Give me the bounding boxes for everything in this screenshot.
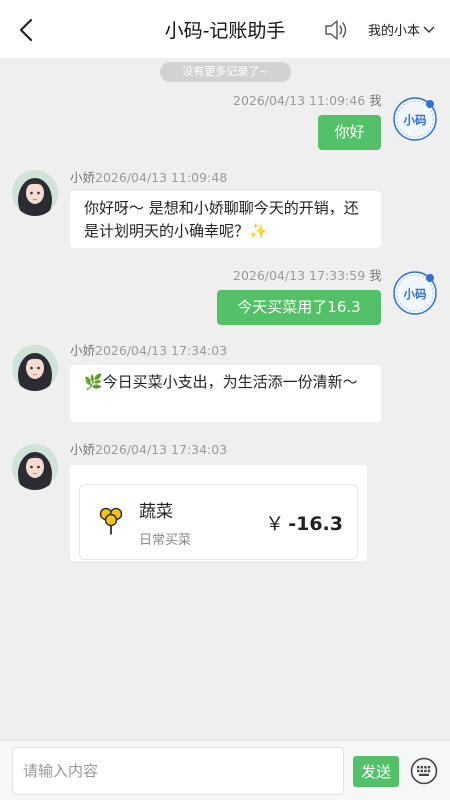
send-button[interactable]: 发送 xyxy=(353,756,399,787)
girl-avatar-icon xyxy=(12,345,58,391)
message-time: 2026/04/13 17:34:03 xyxy=(95,343,228,358)
message-input[interactable] xyxy=(12,747,344,795)
expense-category: 蔬菜 xyxy=(139,502,173,522)
robot-avatar-icon: 小码 xyxy=(393,97,437,141)
assistant-avatar[interactable] xyxy=(12,170,58,216)
message-meta: 2026/04/13 17:33:59 我 xyxy=(233,265,382,284)
user-message-bubble[interactable]: 今天买菜用了16.3 xyxy=(217,290,381,325)
expense-amount: ￥ -16.3 xyxy=(265,509,343,536)
message-time: 2026/04/13 11:09:48 xyxy=(95,170,228,185)
message-meta: 2026/04/13 11:09:46 我 xyxy=(233,90,382,109)
message-time: 2026/04/13 11:09:46 xyxy=(233,93,366,108)
currency-symbol: ￥ xyxy=(265,513,285,535)
svg-text:小码: 小码 xyxy=(403,287,427,301)
message-meta: 小娇2026/04/13 17:34:03 xyxy=(70,340,227,359)
chat-area[interactable]: 没有更多记录了~ 2026/04/13 11:09:46 我 你好 小码 小娇2… xyxy=(0,58,450,740)
back-arrow-icon[interactable] xyxy=(14,17,40,43)
message-time: 2026/04/13 17:34:03 xyxy=(95,442,228,457)
girl-avatar-icon xyxy=(12,444,58,490)
user-message-bubble[interactable]: 你好 xyxy=(318,115,381,150)
input-bar: 发送 xyxy=(0,740,450,800)
amount-value: -16.3 xyxy=(288,513,343,535)
vegetable-icon xyxy=(99,507,123,535)
assistant-message-bubble[interactable]: 你好呀～ 是想和小娇聊聊今天的开销，还是计划明天的小确幸呢？✨ xyxy=(70,191,381,248)
book-selector-label: 我的小本 xyxy=(368,24,421,39)
expense-card-bubble: 蔬菜 日常买菜 ￥ -16.3 xyxy=(70,465,367,561)
keyboard-icon[interactable] xyxy=(410,757,438,785)
book-selector[interactable]: 我的小本 xyxy=(368,20,435,39)
sender-name: 我 xyxy=(369,268,382,283)
expense-record-card[interactable]: 蔬菜 日常买菜 ￥ -16.3 xyxy=(79,484,358,560)
sender-name: 小娇 xyxy=(70,170,96,185)
app-header: 小码-记账助手 我的小本 xyxy=(0,0,450,58)
assistant-avatar[interactable] xyxy=(12,444,58,490)
message-meta: 小娇2026/04/13 11:09:48 xyxy=(70,167,227,186)
speaker-icon[interactable] xyxy=(323,18,349,42)
svg-text:小码: 小码 xyxy=(403,113,427,127)
sender-name: 小娇 xyxy=(70,442,96,457)
sender-name: 小娇 xyxy=(70,343,96,358)
chevron-down-icon xyxy=(423,26,435,33)
message-meta: 小娇2026/04/13 17:34:03 xyxy=(70,439,227,458)
robot-avatar-icon: 小码 xyxy=(393,271,437,315)
assistant-avatar[interactable] xyxy=(12,345,58,391)
no-more-records-label: 没有更多记录了~ xyxy=(160,62,291,82)
user-avatar[interactable]: 小码 xyxy=(392,270,438,316)
assistant-message-bubble[interactable]: 🌿今日买菜小支出，为生活添一份清新～ xyxy=(70,365,381,422)
user-avatar[interactable]: 小码 xyxy=(392,96,438,142)
expense-note: 日常买菜 xyxy=(139,533,192,548)
message-time: 2026/04/13 17:33:59 xyxy=(233,268,366,283)
girl-avatar-icon xyxy=(12,170,58,216)
sender-name: 我 xyxy=(369,93,382,108)
